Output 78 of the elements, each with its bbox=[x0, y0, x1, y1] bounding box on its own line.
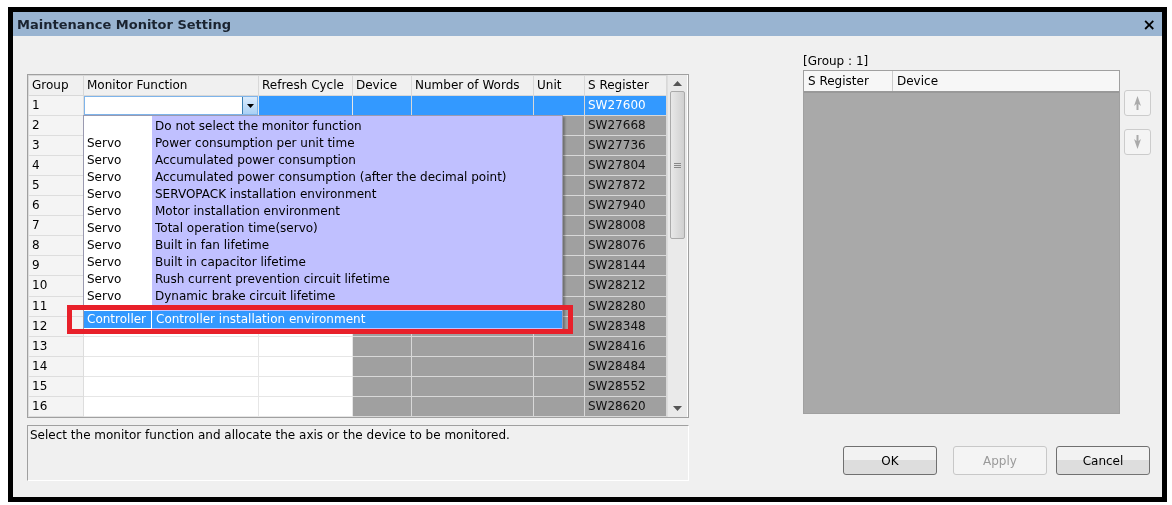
move-down-button[interactable] bbox=[1124, 129, 1151, 155]
close-button[interactable]: × bbox=[1140, 14, 1158, 34]
row-number: 16 bbox=[28, 396, 84, 417]
category-label: Servo bbox=[86, 271, 123, 288]
column-header[interactable]: Monitor Function bbox=[83, 75, 259, 96]
row-number: 13 bbox=[28, 336, 84, 357]
column-header[interactable]: Group bbox=[28, 75, 84, 96]
dropdown-item[interactable]: Servo Accumulated power consumption (after the decimal point) bbox=[84, 169, 562, 186]
dropdown-button[interactable] bbox=[242, 97, 257, 115]
scroll-up-icon bbox=[673, 81, 682, 86]
row-number: 8 bbox=[28, 235, 84, 256]
dropdown-item[interactable]: Servo Built in fan lifetime bbox=[84, 237, 562, 254]
description-text: Select the monitor function and allocate the axis or the device to be monitored. bbox=[27, 425, 689, 481]
column-header[interactable]: S Register bbox=[584, 75, 667, 96]
row-number: 6 bbox=[28, 195, 84, 216]
category-label: Servo bbox=[86, 135, 123, 152]
dropdown-item[interactable]: Servo Motor installation environment bbox=[84, 203, 562, 220]
column-header[interactable]: Device bbox=[352, 75, 412, 96]
dropdown-item[interactable]: Servo Accumulated power consumption bbox=[84, 152, 562, 169]
function-label: Do not select the monitor function bbox=[154, 118, 362, 135]
column-header[interactable]: Refresh Cycle bbox=[258, 75, 353, 96]
grid-row[interactable]: 1 SW27600 bbox=[28, 95, 667, 116]
category-label: Servo bbox=[86, 152, 123, 169]
scroll-thumb[interactable] bbox=[670, 91, 685, 239]
window-title: Maintenance Monitor Setting bbox=[17, 16, 232, 32]
function-label: SERVOPACK installation environment bbox=[154, 186, 377, 203]
grip-icon bbox=[674, 162, 681, 168]
row-number: 15 bbox=[28, 376, 84, 397]
column-header[interactable]: Device bbox=[893, 71, 1119, 91]
column-header[interactable]: S Register bbox=[804, 71, 893, 91]
dropdown-item[interactable]: Servo Dynamic brake circuit lifetime bbox=[84, 288, 562, 305]
move-up-button[interactable] bbox=[1124, 90, 1151, 116]
grid-row[interactable]: 16 SW28620 bbox=[28, 396, 667, 417]
caret-icon bbox=[246, 103, 254, 108]
function-label: Accumulated power consumption (after the decimal point) bbox=[154, 169, 507, 186]
function-label: Rush current prevention circuit lifetime bbox=[154, 271, 390, 288]
grid-row[interactable]: 15 SW28552 bbox=[28, 376, 667, 397]
function-label: Built in fan lifetime bbox=[154, 237, 270, 254]
dropdown-item[interactable]: Servo Built in capacitor lifetime bbox=[84, 254, 562, 271]
row-number: 3 bbox=[28, 135, 84, 156]
up-arrow-icon bbox=[1134, 96, 1141, 110]
dropdown-item[interactable]: Do not select the monitor function bbox=[84, 118, 562, 135]
row-number: 7 bbox=[28, 215, 84, 236]
function-label: Dynamic brake circuit lifetime bbox=[154, 288, 336, 305]
row-number: 5 bbox=[28, 175, 84, 196]
row-number: 2 bbox=[28, 115, 84, 136]
function-label: Built in capacitor lifetime bbox=[154, 254, 306, 271]
column-header[interactable]: Unit bbox=[533, 75, 585, 96]
dialog-button[interactable]: Cancel bbox=[1056, 446, 1150, 475]
dropdown-item[interactable]: Servo Total operation time(servo) bbox=[84, 220, 562, 237]
dialog-button[interactable]: OK bbox=[843, 446, 937, 475]
vertical-scrollbar[interactable] bbox=[667, 75, 687, 417]
grid-row[interactable]: 14 SW28484 bbox=[28, 356, 667, 377]
grid-row[interactable]: 13 SW28416 bbox=[28, 336, 667, 357]
row-number: 10 bbox=[28, 275, 84, 296]
function-label: Controller installation environment bbox=[155, 311, 366, 328]
dropdown-item[interactable]: Servo Rush current prevention circuit lifetime bbox=[84, 271, 562, 288]
function-label: Total operation time(servo) bbox=[154, 220, 318, 237]
function-label: Power consumption per unit time bbox=[154, 135, 355, 152]
category-label: Servo bbox=[86, 237, 123, 254]
row-number: 1 bbox=[28, 95, 84, 116]
dropdown-item[interactable]: Servo SERVOPACK installation environment bbox=[84, 186, 562, 203]
column-header[interactable]: Number of Words bbox=[411, 75, 534, 96]
function-label: Motor installation environment bbox=[154, 203, 340, 220]
group-label: [Group : 1] bbox=[803, 53, 870, 70]
category-label: Servo bbox=[86, 220, 123, 237]
category-label: Servo bbox=[86, 169, 123, 186]
row-number: 9 bbox=[28, 255, 84, 276]
category-label: Servo bbox=[86, 203, 123, 220]
row-number: 4 bbox=[28, 155, 84, 176]
function-label: Accumulated power consumption bbox=[154, 152, 356, 169]
row-number: 14 bbox=[28, 356, 84, 377]
category-label: Servo bbox=[86, 186, 123, 203]
scroll-down-icon bbox=[673, 406, 682, 411]
dropdown-item[interactable]: Servo Power consumption per unit time bbox=[84, 135, 562, 152]
down-arrow-icon bbox=[1134, 135, 1141, 149]
category-label: Servo bbox=[86, 288, 123, 305]
category-label: Servo bbox=[86, 254, 123, 271]
